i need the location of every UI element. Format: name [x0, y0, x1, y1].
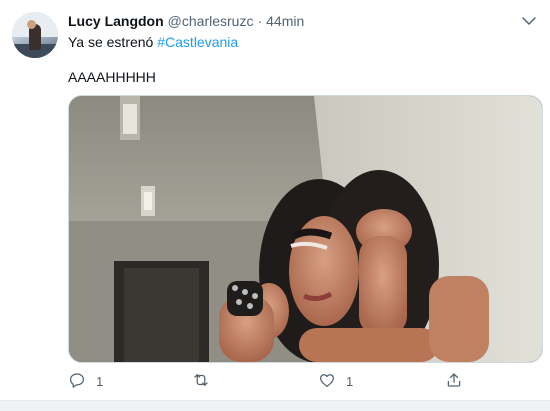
tweet-text-prefix: Ya se estrenó	[68, 34, 158, 50]
share-icon	[445, 371, 463, 392]
reply-count: 1	[96, 373, 104, 389]
tweet[interactable]: Lucy Langdon @charlesruzc · 44min Ya se …	[0, 0, 550, 400]
tweet-time[interactable]: 44min	[266, 13, 304, 29]
reply-button[interactable]: 1	[68, 371, 103, 391]
retweet-icon	[192, 371, 210, 392]
author-name[interactable]: Lucy Langdon	[68, 13, 164, 29]
hashtag-link[interactable]: #Castlevania	[157, 34, 238, 50]
like-button[interactable]: 1	[318, 371, 353, 391]
author-handle[interactable]: @charlesruzc	[168, 13, 254, 29]
heart-icon	[318, 371, 336, 392]
separator-dot: ·	[257, 13, 263, 29]
media-illustration	[69, 96, 542, 362]
tweet-header: Lucy Langdon @charlesruzc · 44min	[68, 12, 304, 30]
avatar-figure-head	[27, 20, 36, 29]
avatar[interactable]	[12, 12, 58, 58]
tweet-actions: 1 1	[68, 371, 468, 391]
next-tweet-divider	[0, 400, 550, 411]
tweet-text: Ya se estrenó #Castlevania	[68, 33, 238, 51]
tweet-text-line2: AAAAHHHHH	[68, 69, 156, 85]
share-button[interactable]	[445, 371, 463, 391]
chevron-down-icon[interactable]	[520, 12, 538, 30]
like-count: 1	[346, 373, 354, 389]
retweet-button[interactable]	[192, 371, 220, 391]
reply-icon	[68, 371, 86, 392]
tweet-media-image[interactable]	[68, 95, 543, 363]
